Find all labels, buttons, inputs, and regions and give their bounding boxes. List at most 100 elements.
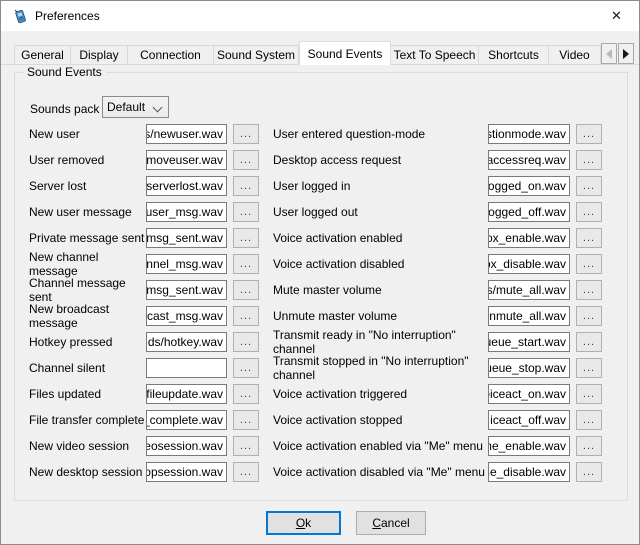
browse-button[interactable]: ...	[233, 306, 259, 326]
sound-file-input[interactable]: unmute_all.wav	[488, 306, 570, 326]
sound-file-input[interactable]: annel_msg.wav	[146, 254, 227, 274]
chevron-down-icon	[153, 103, 163, 113]
browse-button[interactable]: ...	[576, 202, 602, 222]
scroll-right-icon	[623, 49, 629, 59]
sound-event-label: Voice activation triggered	[273, 387, 488, 401]
browse-button[interactable]: ...	[576, 150, 602, 170]
browse-button[interactable]: ...	[233, 150, 259, 170]
sound-file-input[interactable]: ne_enable.wav	[488, 436, 570, 456]
browse-button[interactable]: ...	[576, 358, 602, 378]
browse-button[interactable]: ...	[576, 332, 602, 352]
browse-button[interactable]: ...	[233, 384, 259, 404]
sound-file-input[interactable]: ox_disable.wav	[488, 254, 570, 274]
right-sound-row: Unmute master volumeunmute_all.wav...	[273, 303, 608, 329]
sound-file-input[interactable]: _msg_sent.wav	[146, 280, 227, 300]
tab-shortcuts[interactable]: Shortcuts	[479, 45, 549, 65]
footer: Ok Cancel	[1, 511, 640, 537]
sound-events-left-column: New users/newuser.wav... User removedemov…	[29, 121, 265, 485]
tab-sound-events[interactable]: Sound Events	[299, 41, 391, 65]
right-sound-row: Voice activation stoppediceact_off.wav..…	[273, 407, 608, 433]
browse-button[interactable]: ...	[233, 358, 259, 378]
browse-button[interactable]: ...	[576, 124, 602, 144]
left-sound-row: Private message sent_msg_sent.wav...	[29, 225, 265, 251]
sound-file-input[interactable]: iceact_off.wav	[488, 410, 570, 430]
browse-button[interactable]: ...	[576, 280, 602, 300]
sound-event-label: Unmute master volume	[273, 309, 488, 323]
scroll-left-icon	[606, 49, 612, 59]
sound-file-input[interactable]: logged_on.wav	[488, 176, 570, 196]
browse-button[interactable]: ...	[233, 228, 259, 248]
browse-button[interactable]: ...	[233, 436, 259, 456]
sound-event-label: Voice activation enabled via "Me" menu	[273, 439, 488, 453]
sound-file-input[interactable]: oiceact_on.wav	[488, 384, 570, 404]
tab-display[interactable]: Display	[71, 45, 128, 65]
sounds-pack-label: Sounds pack	[30, 102, 99, 116]
tab-scroll-left-button[interactable]	[601, 43, 617, 64]
sound-file-input[interactable]: _msg_sent.wav	[146, 228, 227, 248]
sound-file-input[interactable]: accessreq.wav	[488, 150, 570, 170]
tab-video[interactable]: Video	[549, 45, 601, 65]
browse-button[interactable]: ...	[576, 410, 602, 430]
tab-general[interactable]: General	[14, 45, 71, 65]
sound-file-input[interactable]: dcast_msg.wav	[146, 306, 227, 326]
browse-button[interactable]: ...	[576, 436, 602, 456]
sound-file-input[interactable]: s/mute_all.wav	[488, 280, 570, 300]
sound-file-input[interactable]: _complete.wav	[146, 410, 227, 430]
sound-event-label: User removed	[29, 153, 146, 167]
sound-file-input[interactable]: topsession.wav	[146, 462, 227, 482]
sound-event-label: New video session	[29, 439, 146, 453]
browse-button[interactable]: ...	[233, 124, 259, 144]
sound-event-label: Channel silent	[29, 361, 146, 375]
cancel-button[interactable]: Cancel	[356, 511, 426, 535]
browse-button[interactable]: ...	[576, 254, 602, 274]
sound-file-input[interactable]: /serverlost.wav	[146, 176, 227, 196]
sound-event-label: User entered question-mode	[273, 127, 488, 141]
browse-button[interactable]: ...	[576, 306, 602, 326]
sound-events-right-column: User entered question-modestionmode.wav.…	[273, 121, 608, 485]
tab-text-to-speech[interactable]: Text To Speech	[391, 45, 479, 65]
left-sound-row: Hotkey pressedds/hotkey.wav...	[29, 329, 265, 355]
sound-file-input[interactable]: ueue_start.wav	[488, 332, 570, 352]
sound-file-input[interactable]: s/newuser.wav	[146, 124, 227, 144]
left-sound-row: New video sessiondeosession.wav...	[29, 433, 265, 459]
sound-file-input[interactable]	[146, 358, 227, 378]
left-sound-row: File transfer complete_complete.wav...	[29, 407, 265, 433]
sound-event-label: New channel message	[29, 250, 146, 278]
sound-file-input[interactable]: ne_disable.wav	[488, 462, 570, 482]
sound-event-label: User logged in	[273, 179, 488, 193]
browse-button[interactable]: ...	[233, 280, 259, 300]
close-button[interactable]: ✕	[594, 1, 639, 30]
browse-button[interactable]: ...	[233, 202, 259, 222]
right-sound-row: Desktop access requestaccessreq.wav...	[273, 147, 608, 173]
sound-file-input[interactable]: ds/hotkey.wav	[146, 332, 227, 352]
browse-button[interactable]: ...	[233, 254, 259, 274]
left-sound-row: New user message/user_msg.wav...	[29, 199, 265, 225]
browse-button[interactable]: ...	[233, 176, 259, 196]
browse-button[interactable]: ...	[576, 384, 602, 404]
sound-file-input[interactable]: ueue_stop.wav	[488, 358, 570, 378]
sound-file-input[interactable]: /user_msg.wav	[146, 202, 227, 222]
sound-file-input[interactable]: /fileupdate.wav	[146, 384, 227, 404]
tab-connection[interactable]: Connection	[128, 45, 214, 65]
tab-scroll-right-button[interactable]	[618, 43, 634, 64]
browse-button[interactable]: ...	[233, 462, 259, 482]
right-sound-row: Transmit ready in "No interruption" chan…	[273, 329, 608, 355]
browse-button[interactable]: ...	[576, 176, 602, 196]
sound-file-input[interactable]: emoveuser.wav	[146, 150, 227, 170]
browse-button[interactable]: ...	[576, 462, 602, 482]
tab-sound-system[interactable]: Sound System	[214, 45, 299, 65]
browse-button[interactable]: ...	[233, 332, 259, 352]
sound-file-input[interactable]: deosession.wav	[146, 436, 227, 456]
browse-button[interactable]: ...	[233, 410, 259, 430]
sounds-pack-select[interactable]: Default	[102, 96, 169, 118]
sound-file-input[interactable]: ogged_off.wav	[488, 202, 570, 222]
ok-button[interactable]: Ok	[266, 511, 341, 535]
sound-event-label: New broadcast message	[29, 302, 146, 330]
sound-file-input[interactable]: stionmode.wav	[488, 124, 570, 144]
sound-event-label: Mute master volume	[273, 283, 488, 297]
sound-file-input[interactable]: ox_enable.wav	[488, 228, 570, 248]
browse-button[interactable]: ...	[576, 228, 602, 248]
tab-bar: GeneralDisplayConnectionSound SystemSoun…	[14, 41, 601, 65]
app-icon	[12, 8, 28, 24]
left-sound-row: New users/newuser.wav...	[29, 121, 265, 147]
